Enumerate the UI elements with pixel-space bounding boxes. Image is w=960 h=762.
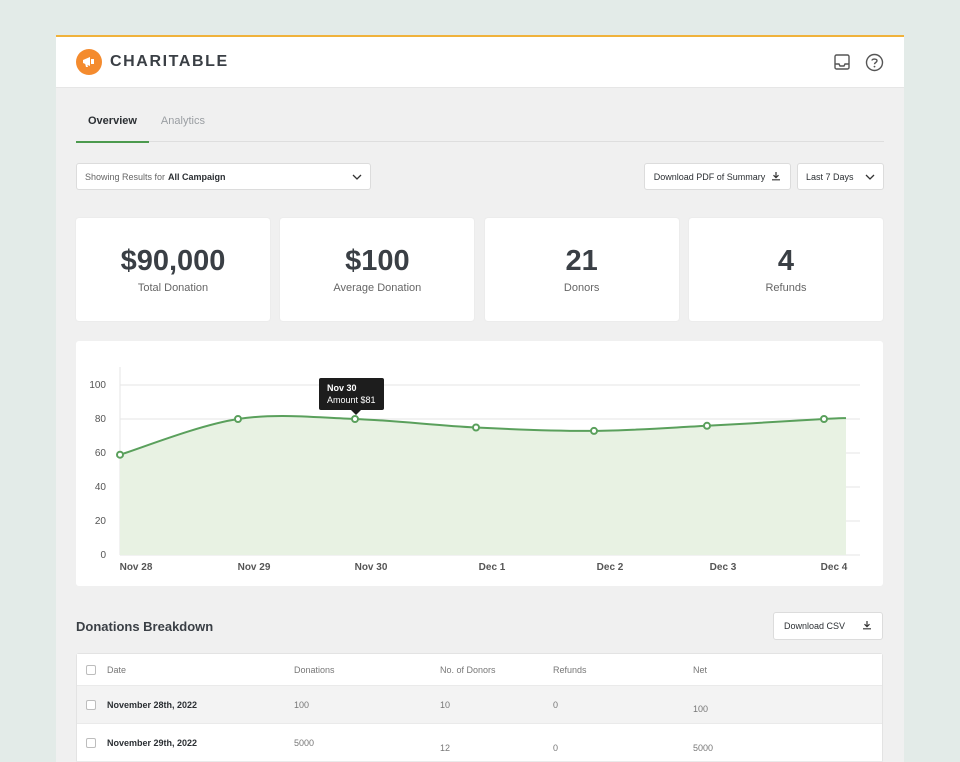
brand[interactable]: CHARITABLE bbox=[76, 49, 229, 75]
row-refunds: 0 bbox=[553, 743, 559, 753]
date-range-value: Last 7 Days bbox=[806, 171, 854, 182]
stat-card-total-donation: $90,000 Total Donation bbox=[76, 218, 270, 321]
stat-label: Total Donation bbox=[137, 282, 209, 294]
column-header-refunds[interactable]: Refunds bbox=[553, 665, 587, 675]
campaign-select[interactable]: Showing Results for All Campaign bbox=[76, 163, 371, 190]
download-pdf-button[interactable]: Download PDF of Summary bbox=[644, 163, 791, 190]
data-point bbox=[234, 415, 242, 423]
y-tick-label: 100 bbox=[89, 380, 106, 391]
tab-overview[interactable]: Overview bbox=[76, 105, 149, 143]
y-tick-label: 0 bbox=[100, 550, 106, 561]
dashboard-window: CHARITABLE Overview Analytics Showing Re… bbox=[56, 35, 904, 762]
x-tick-label: Dec 3 bbox=[710, 562, 737, 573]
table-row[interactable]: November 29th, 2022 5000 12 0 5000 bbox=[77, 724, 882, 762]
stat-card-donors: 21 Donors bbox=[484, 218, 679, 321]
y-tick-label: 40 bbox=[95, 482, 107, 493]
brand-name: CHARITABLE bbox=[110, 53, 229, 70]
top-bar: CHARITABLE bbox=[56, 37, 904, 88]
x-tick-label: Nov 28 bbox=[120, 562, 153, 573]
row-date: November 28th, 2022 bbox=[107, 699, 198, 710]
download-pdf-label: Download PDF of Summary bbox=[653, 171, 766, 182]
date-range-select[interactable]: Last 7 Days bbox=[797, 163, 884, 190]
stat-value: $100 bbox=[345, 245, 410, 277]
chevron-down-icon bbox=[865, 172, 875, 182]
stat-card-refunds: 4 Refunds bbox=[688, 218, 883, 321]
table-header-row: Date Donations No. of Donors Refunds Net bbox=[77, 654, 882, 686]
megaphone-logo-icon bbox=[76, 49, 102, 75]
column-header-donations[interactable]: Donations bbox=[294, 665, 335, 675]
data-point bbox=[351, 415, 359, 423]
stat-value: $90,000 bbox=[120, 245, 226, 277]
select-all-checkbox[interactable] bbox=[86, 664, 96, 675]
row-donors: 12 bbox=[440, 743, 451, 753]
chart-canvas: 0 20 40 60 80 100 Nov 28 Nov 29 Nov 30 Dec 1 Dec 2… bbox=[89, 367, 860, 573]
row-date: November 29th, 2022 bbox=[107, 737, 198, 748]
tooltip-title: Nov 30 bbox=[327, 383, 357, 393]
chevron-down-icon bbox=[352, 172, 362, 182]
stat-value: 21 bbox=[565, 245, 598, 277]
x-tick-label: Dec 1 bbox=[479, 562, 506, 573]
data-point bbox=[590, 426, 598, 435]
row-donations: 5000 bbox=[294, 737, 315, 748]
y-tick-label: 80 bbox=[95, 414, 107, 425]
data-point bbox=[820, 415, 828, 423]
row-net: 100 bbox=[693, 704, 709, 714]
row-net: 5000 bbox=[693, 743, 714, 753]
column-header-donors[interactable]: No. of Donors bbox=[440, 665, 496, 675]
column-header-date[interactable]: Date bbox=[107, 665, 126, 675]
tab-bar: Overview Analytics bbox=[76, 105, 884, 143]
table-row[interactable]: November 28th, 2022 100 10 0 100 bbox=[77, 686, 882, 724]
data-point bbox=[703, 421, 711, 430]
column-header-net[interactable]: Net bbox=[693, 665, 707, 675]
donations-chart: 0 20 40 60 80 100 Nov 28 Nov 29 Nov 30 Dec 1 Dec 2… bbox=[76, 341, 883, 586]
stat-label: Donors bbox=[563, 282, 600, 294]
filter-campaign: All Campaign bbox=[168, 171, 226, 182]
series-area bbox=[120, 416, 846, 555]
stat-cards: $90,000 Total Donation $100 Average Dona… bbox=[76, 218, 883, 321]
row-checkbox[interactable] bbox=[86, 737, 96, 748]
download-csv-button[interactable]: Download CSV bbox=[773, 612, 883, 640]
filter-prefix: Showing Results for bbox=[85, 171, 166, 182]
x-tick-label: Nov 30 bbox=[355, 562, 388, 573]
y-tick-label: 20 bbox=[95, 516, 107, 527]
chart-tooltip: Nov 30 Amount $81 bbox=[319, 378, 384, 415]
y-tick-label: 60 bbox=[95, 448, 107, 459]
breakdown-title: Donations Breakdown bbox=[76, 619, 214, 634]
tooltip-text: Amount $81 bbox=[327, 395, 376, 405]
stat-value: 4 bbox=[777, 245, 795, 277]
stat-card-average-donation: $100 Average Donation bbox=[280, 218, 475, 321]
stat-label: Average Donation bbox=[333, 282, 422, 294]
data-point bbox=[116, 450, 124, 459]
download-icon bbox=[862, 620, 872, 632]
download-csv-label: Download CSV bbox=[784, 621, 846, 631]
breakdown-table: Date Donations No. of Donors Refunds Net… bbox=[76, 653, 883, 762]
row-donors: 10 bbox=[440, 699, 451, 710]
data-point bbox=[472, 423, 480, 432]
download-icon bbox=[771, 171, 781, 183]
row-donations: 100 bbox=[294, 699, 310, 710]
stat-label: Refunds bbox=[765, 282, 807, 294]
help-icon[interactable] bbox=[865, 53, 884, 72]
x-tick-label: Dec 2 bbox=[597, 562, 624, 573]
row-checkbox[interactable] bbox=[86, 699, 96, 710]
row-refunds: 0 bbox=[553, 699, 559, 710]
inbox-icon[interactable] bbox=[833, 53, 851, 71]
tab-analytics[interactable]: Analytics bbox=[149, 105, 217, 141]
x-tick-label: Nov 29 bbox=[238, 562, 271, 573]
x-tick-label: Dec 4 bbox=[821, 562, 848, 573]
